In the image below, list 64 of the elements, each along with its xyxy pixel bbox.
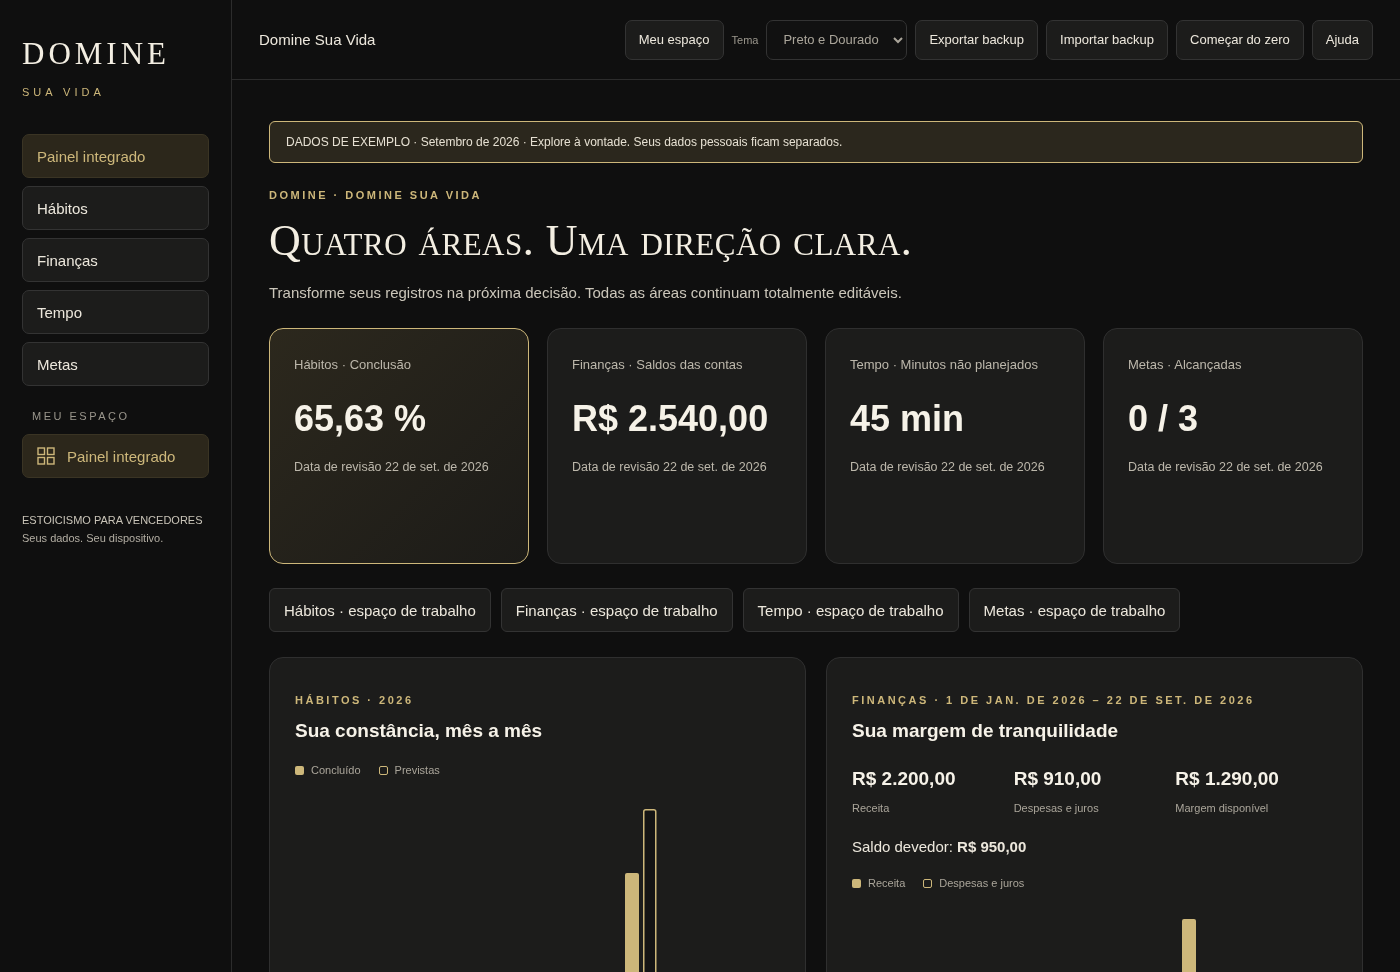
panel-eyebrow: HÁBITOS · 2026: [295, 694, 414, 706]
header-button[interactable]: Exportar backup: [915, 19, 1039, 60]
figure-value: R$ 910,00: [1013, 768, 1102, 790]
figure-label: Despesas e juros: [1013, 802, 1099, 814]
sidebar-item[interactable]: Metas: [22, 342, 209, 386]
footer-text: Seus dados. Seu dispositivo.: [22, 532, 164, 544]
stat-label: Metas · Alcançadas: [1128, 357, 1242, 372]
legend-label: Concluído: [311, 764, 361, 776]
legend-swatch-icon: [295, 765, 304, 775]
workspace-link[interactable]: Metas · espaço de trabalho: [968, 588, 1181, 632]
stat-note: Data de revisão 22 de set. de 2026: [294, 460, 490, 474]
legend-swatch-icon: [852, 878, 861, 888]
stat-card[interactable]: Hábitos · Conclusão 65,63 % Data de revisão 22 de set. de 2026: [269, 328, 529, 564]
stat-label: Hábitos · Conclusão: [294, 357, 412, 372]
stat-note: Data de revisão 22 de set. de 2026: [572, 460, 768, 474]
legend-label: Despesas e juros: [939, 877, 1025, 889]
my-space-button[interactable]: Meu espaço: [624, 19, 724, 60]
sidebar-item[interactable]: Hábitos: [22, 186, 209, 230]
debt-text: Saldo devedor: R$ 950,00: [852, 838, 1027, 855]
workspace-link[interactable]: Hábitos · espaço de trabalho: [269, 588, 491, 632]
stat-note: Data de revisão 22 de set. de 2026: [1128, 460, 1324, 474]
stat-value: 45 min: [850, 397, 966, 441]
section-label: MEU ESPAÇO: [32, 410, 130, 422]
header-button[interactable]: Começar do zero: [1176, 19, 1304, 60]
stat-label: Finanças · Saldos das contas: [572, 357, 743, 372]
eyebrow-text: DOMINE · DOMINE SUA VIDA: [269, 189, 482, 201]
legend-label: Receita: [868, 877, 906, 889]
page-title: Domine Sua Vida: [259, 31, 376, 48]
sidebar-item[interactable]: Painel integrado: [22, 434, 209, 478]
figure-value: R$ 1.290,00: [1175, 768, 1279, 790]
sample-data-banner: DADOS DE EXEMPLO · Setembro de 2026 · Explore à vontade. Seus dados pessoais ficam separados.: [269, 121, 1363, 163]
sidebar-item[interactable]: Painel integrado: [22, 134, 209, 178]
theme-select[interactable]: Preto e Dourado: [766, 19, 908, 60]
bar-chart-drawing: [1182, 919, 1196, 972]
tagline: SUA VIDA: [22, 86, 105, 98]
figure-label: Margem disponível: [1175, 802, 1269, 814]
stat-note: Data de revisão 22 de set. de 2026: [850, 460, 1046, 474]
figure-value: R$ 2.200,00: [852, 768, 956, 790]
legend-label: Previstas: [394, 764, 440, 776]
logo-text: DOMINE: [22, 36, 170, 72]
stat-card[interactable]: Tempo · Minutos não planejados 45 min Data de revisão 22 de set. de 2026: [825, 328, 1085, 564]
workspace-link[interactable]: Tempo · espaço de trabalho: [742, 588, 959, 632]
theme-label: Tema: [731, 33, 759, 46]
stat-card[interactable]: Finanças · Saldos das contas R$ 2.540,00 Data de revisão 22 de set. de 2026: [547, 328, 807, 564]
page-heading: Quatro áreas. Uma direção clara.: [269, 215, 913, 266]
intro-text: Transforme seus registros na próxima decisão. Todas as áreas continuam totalmente editáveis.: [269, 284, 902, 301]
footer-title: ESTOICISMO PARA VENCEDORES: [22, 514, 203, 526]
header-button[interactable]: Ajuda: [1311, 19, 1373, 60]
legend-swatch-icon: [378, 765, 388, 775]
sidebar-item[interactable]: Finanças: [22, 238, 209, 282]
workspace-link[interactable]: Finanças · espaço de trabalho: [500, 588, 733, 632]
header-button[interactable]: Importar backup: [1046, 19, 1169, 60]
panel-title: Sua margem de tranquilidade: [852, 720, 1119, 742]
sidebar-item[interactable]: Tempo: [22, 290, 209, 334]
figure-label: Receita: [852, 802, 890, 814]
grid-icon: [37, 447, 55, 465]
legend-swatch-icon: [923, 878, 933, 888]
stat-value: 65,63 %: [294, 397, 428, 441]
stat-label: Tempo · Minutos não planejados: [850, 357, 1038, 372]
stat-value: 0 / 3: [1128, 397, 1200, 441]
panel-title: Sua constância, mês a mês: [295, 720, 543, 742]
stat-card[interactable]: Metas · Alcançadas 0 / 3 Data de revisão 22 de set. de 2026: [1103, 328, 1363, 564]
stat-value: R$ 2.540,00: [572, 397, 770, 441]
panel-eyebrow: FINANÇAS · 1 DE JAN. DE 2026 – 22 DE SET. DE 2026: [852, 694, 1255, 706]
